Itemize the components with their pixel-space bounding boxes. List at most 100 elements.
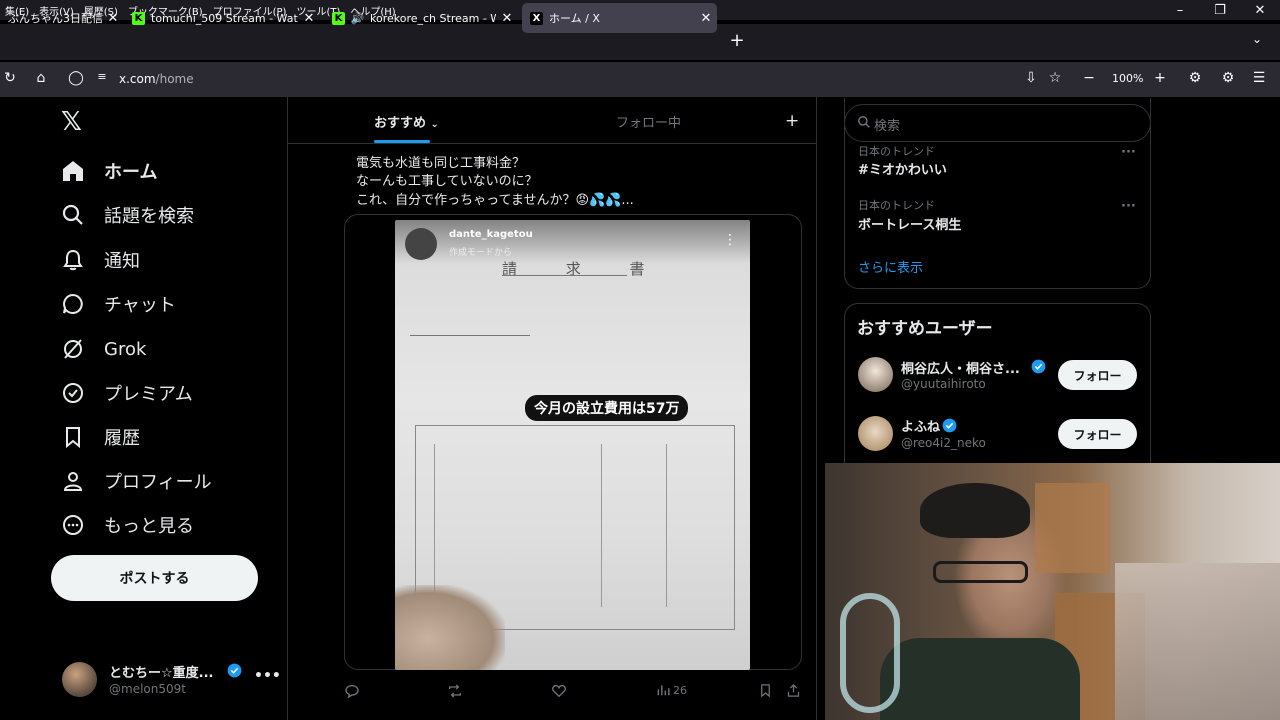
window-controls: – ❐ ✕ (1160, 0, 1280, 22)
user-name[interactable]: よふね (901, 416, 940, 435)
account-switcher[interactable]: とむちー☆重度... @melon509t ••• (62, 660, 281, 700)
post-button[interactable]: ポストする (51, 555, 258, 601)
webcam-overlay (825, 463, 1280, 720)
verified-badge-icon (1031, 359, 1046, 374)
bookmark-star-icon[interactable]: ☆ (1045, 70, 1065, 86)
site-info-icon[interactable]: ≡ (92, 70, 112, 83)
address-bar[interactable]: x.com/home (119, 72, 194, 86)
avatar[interactable] (858, 357, 893, 392)
nav-label: プロフィール (104, 472, 212, 493)
doc-rule (502, 275, 627, 276)
ellipsis-icon[interactable]: ··· (1121, 145, 1136, 160)
tab-title: ぶんちゃん3日配信無し (8, 12, 102, 25)
hamburger-menu-icon[interactable]: ☰ (1249, 70, 1269, 86)
browser-tab-1[interactable]: ぶんちゃん3日配信無し ✕ (0, 3, 124, 33)
shield-icon[interactable]: ◯ (66, 70, 86, 86)
extension-icon[interactable]: ⚙ (1185, 70, 1205, 86)
verified-badge-icon (227, 663, 242, 678)
tab-title: korekore_ch Stream - Watc (370, 11, 496, 25)
speaker-icon[interactable]: 🔊 (351, 12, 365, 25)
avatar[interactable] (858, 416, 893, 451)
heart-icon (552, 684, 566, 698)
chat-icon (60, 291, 86, 317)
repost-icon (449, 684, 461, 698)
show-more-link[interactable]: さらに表示 (858, 257, 923, 276)
feed-tabs (288, 98, 816, 144)
zoom-out-icon[interactable]: − (1079, 70, 1099, 86)
bookmark-icon (761, 684, 770, 698)
nav-grok[interactable]: Grok (60, 329, 146, 369)
media-subtext: 作成モードから (449, 248, 513, 258)
tweet-media[interactable]: dante_kagetou 作成モードから ⋮ 請 求 書 今月の設立費用は57… (395, 220, 750, 670)
minimize-icon[interactable]: – (1160, 0, 1200, 22)
ellipsis-icon[interactable]: ••• (254, 668, 281, 684)
nav-label: Grok (104, 338, 147, 360)
nav-chat[interactable]: チャット (60, 284, 176, 324)
restore-icon[interactable]: ❐ (1200, 0, 1240, 22)
ellipsis-icon[interactable]: ··· (1121, 199, 1136, 214)
reload-icon[interactable]: ↻ (0, 70, 20, 86)
tab-close-icon[interactable]: ✕ (496, 11, 518, 26)
nav-label: 話題を検索 (104, 206, 194, 227)
bookmark-button[interactable] (758, 683, 773, 698)
download-icon[interactable]: ⇩ (1021, 70, 1041, 86)
tab-following[interactable]: フォロー中 (616, 112, 681, 131)
nav-label: 通知 (104, 251, 140, 272)
like-button[interactable] (551, 683, 567, 699)
add-feed-icon[interactable]: + (785, 111, 799, 131)
home-button-icon[interactable]: ⌂ (31, 70, 51, 86)
trend-name[interactable]: ボートレース桐生 (858, 214, 961, 233)
tab-close-icon[interactable]: ✕ (102, 11, 124, 26)
puzzle-icon[interactable]: ⚙ (1218, 70, 1238, 86)
nav-profile[interactable]: プロフィール (60, 461, 212, 501)
webcam-person (880, 638, 1080, 720)
reply-icon (345, 684, 359, 699)
chevron-down-icon[interactable]: ⌄ (1252, 32, 1262, 46)
x-logo-icon[interactable]: 𝕏 (61, 107, 82, 137)
zoom-level[interactable]: 100% (1112, 72, 1143, 85)
kick-icon: K (332, 11, 345, 25)
webcam-background (1035, 483, 1110, 573)
nav-label: チャット (104, 295, 176, 316)
nav-notifications[interactable]: 通知 (60, 240, 140, 280)
media-username: dante_kagetou (449, 229, 533, 240)
tab-close-icon[interactable]: ✕ (298, 11, 320, 26)
nav-label: 履歴 (104, 428, 140, 449)
browser-tab-2[interactable]: K tomuchi_509 Stream - Watch Li ✕ (124, 3, 320, 33)
nav-home[interactable]: ホーム (60, 151, 157, 191)
browser-tab-3[interactable]: K 🔊 korekore_ch Stream - Watc ✕ (324, 3, 518, 33)
hand-image (395, 585, 505, 670)
views-button[interactable]: 26 (656, 683, 687, 697)
share-icon (787, 683, 800, 697)
tab-close-icon[interactable]: ✕ (695, 11, 717, 26)
user-handle: @yuutaihiroto (901, 377, 986, 391)
grok-icon (60, 336, 86, 362)
nav-bookmarks[interactable]: 履歴 (60, 417, 140, 457)
new-tab-button[interactable]: + (726, 30, 748, 52)
chevron-down-icon: ⌄ (430, 119, 439, 130)
follow-button[interactable]: フォロー (1058, 419, 1137, 449)
close-window-icon[interactable]: ✕ (1240, 0, 1280, 22)
account-handle: @melon509t (109, 682, 186, 696)
trend-name[interactable]: #ミオかわいい (858, 159, 947, 178)
column-divider (287, 97, 288, 720)
vertical-dots-icon[interactable]: ⋮ (723, 232, 737, 248)
repost-button[interactable] (447, 683, 463, 699)
browser-tab-4[interactable]: X ホーム / X ✕ (522, 3, 717, 33)
nav-premium[interactable]: プレミアム (60, 373, 193, 413)
bar-chart-icon (657, 685, 670, 696)
user-name[interactable]: 桐谷広人・桐谷さ... (901, 358, 1020, 377)
zoom-in-icon[interactable]: + (1150, 70, 1170, 86)
reply-button[interactable] (344, 683, 360, 699)
search-icon (60, 202, 86, 228)
webcam-person (920, 483, 1030, 538)
nav-more[interactable]: もっと見る (60, 505, 194, 545)
table-col (666, 444, 667, 607)
share-button[interactable] (786, 683, 801, 698)
nav-label: ホーム (104, 162, 158, 183)
nav-label: もっと見る (104, 516, 194, 537)
nav-explore[interactable]: 話題を検索 (60, 195, 194, 235)
table-col (601, 444, 602, 607)
tab-recommended[interactable]: おすすめ ⌄ (374, 112, 439, 131)
follow-button[interactable]: フォロー (1058, 360, 1137, 390)
